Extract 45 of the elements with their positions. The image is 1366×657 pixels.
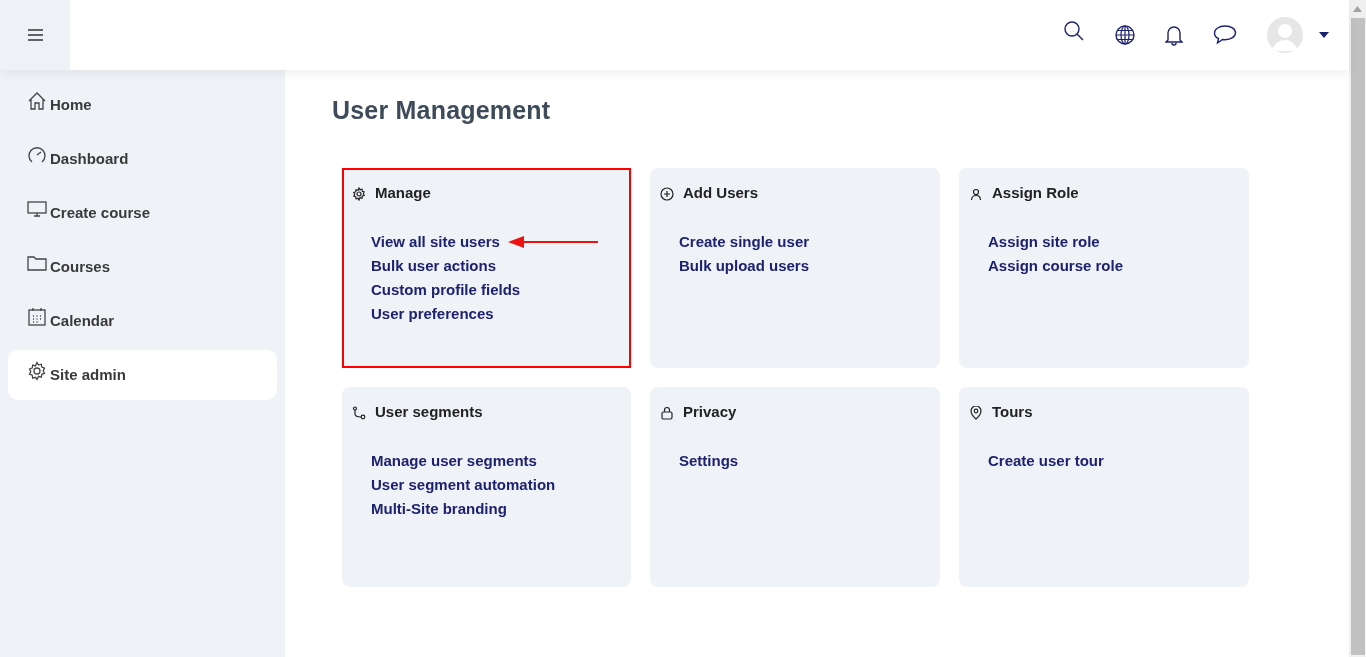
card-link[interactable]: User segment automation bbox=[371, 473, 556, 497]
search-icon[interactable] bbox=[1063, 20, 1085, 42]
card-link[interactable]: User preferences bbox=[371, 302, 494, 326]
card-link[interactable]: Assign course role bbox=[988, 254, 1124, 278]
caret-icon[interactable] bbox=[1319, 32, 1329, 38]
map-pin-icon bbox=[969, 405, 983, 420]
card-link[interactable]: Settings bbox=[679, 449, 739, 473]
gear-icon bbox=[352, 186, 366, 201]
card-link[interactable]: Custom profile fields bbox=[371, 278, 521, 302]
plus-circle-icon bbox=[660, 186, 674, 201]
bell-icon[interactable] bbox=[1165, 24, 1183, 46]
branch-icon bbox=[352, 405, 366, 420]
card-link[interactable]: Manage user segments bbox=[371, 449, 537, 473]
chat-icon[interactable] bbox=[1213, 25, 1237, 45]
lock-icon bbox=[660, 405, 674, 420]
calendar-icon bbox=[27, 307, 47, 327]
gauge-icon bbox=[27, 145, 47, 165]
card-title: Tours bbox=[992, 401, 1033, 422]
menu-icon bbox=[27, 29, 43, 41]
card-title: Privacy bbox=[683, 401, 737, 422]
card-title: Assign Role bbox=[992, 182, 1079, 203]
card-link[interactable]: Create single user bbox=[679, 230, 810, 254]
card-link[interactable]: Assign site role bbox=[988, 230, 1100, 254]
card-title: Manage bbox=[375, 182, 431, 203]
gear-icon bbox=[27, 361, 47, 381]
sidebar-item[interactable]: Calendar bbox=[8, 296, 277, 346]
card-title: Add Users bbox=[683, 182, 759, 203]
sidebar-item[interactable]: Site admin bbox=[8, 350, 277, 400]
monitor-icon bbox=[27, 199, 47, 219]
card-link[interactable]: Bulk user actions bbox=[371, 254, 497, 278]
folder-icon bbox=[27, 253, 47, 273]
page-title: User Management bbox=[332, 95, 552, 126]
card-title: User segments bbox=[375, 401, 483, 422]
card-link[interactable]: Create user tour bbox=[988, 449, 1104, 473]
home-icon bbox=[27, 91, 47, 111]
card-link[interactable]: Multi-Site branding bbox=[371, 497, 507, 521]
person-icon bbox=[969, 186, 983, 201]
sidebar-item[interactable]: Dashboard bbox=[8, 134, 277, 184]
scrollbar-thumb[interactable] bbox=[1350, 18, 1365, 655]
globe-icon[interactable] bbox=[1115, 25, 1135, 45]
sidebar-item[interactable]: Create course bbox=[8, 188, 277, 238]
card-link[interactable]: View all site users bbox=[371, 230, 500, 254]
sidebar-item[interactable]: Home bbox=[8, 80, 277, 130]
card-link[interactable]: Bulk upload users bbox=[679, 254, 810, 278]
sidebar-item[interactable]: Courses bbox=[8, 242, 277, 292]
